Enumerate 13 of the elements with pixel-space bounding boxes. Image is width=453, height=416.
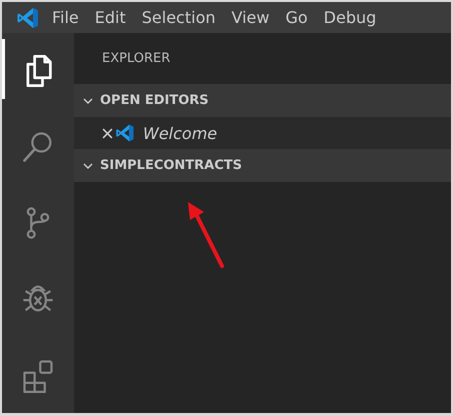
menu-item[interactable]: Go	[285, 8, 308, 27]
menu-item[interactable]: Edit	[94, 8, 126, 27]
close-icon[interactable]	[102, 128, 113, 138]
section-header[interactable]: OPEN EDITORS	[74, 84, 451, 117]
sidebar-title: EXPLORER	[102, 51, 170, 66]
logo-icon	[16, 6, 40, 30]
file-icon	[115, 123, 135, 143]
section-header[interactable]: SIMPLECONTRACTS	[74, 149, 451, 182]
menu-item[interactable]: File	[52, 8, 79, 27]
menu-item[interactable]: Selection	[142, 8, 216, 27]
menu-item[interactable]: View	[232, 8, 270, 27]
editor-item[interactable]: Welcome	[143, 124, 218, 142]
menu-item[interactable]: Debug	[324, 8, 376, 27]
